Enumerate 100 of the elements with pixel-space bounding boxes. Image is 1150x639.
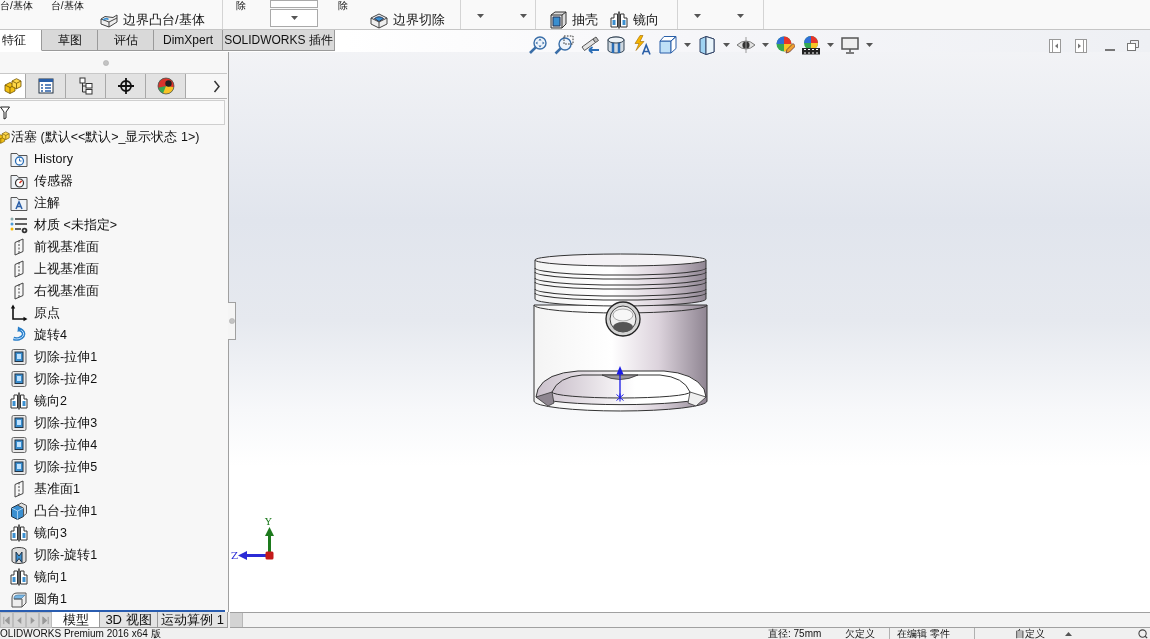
axis-label: Z <box>231 550 238 561</box>
filter-field[interactable] <box>0 100 225 125</box>
search-icon[interactable] <box>1138 628 1148 639</box>
caret-icon[interactable] <box>762 43 769 47</box>
command-tab[interactable]: 草图 <box>42 30 98 51</box>
model-tab[interactable]: 模型 <box>52 612 100 628</box>
command-tab[interactable]: DimXpert <box>154 30 223 51</box>
model-tab[interactable]: 3D 视图 <box>100 612 158 628</box>
cubes-icon <box>3 77 22 95</box>
caret-icon[interactable] <box>694 13 701 18</box>
command-tab[interactable]: 评估 <box>98 30 154 51</box>
dropdown-field[interactable] <box>270 0 318 8</box>
command-button[interactable]: 除 <box>236 0 246 11</box>
caret-icon[interactable] <box>827 43 834 47</box>
caret-icon[interactable] <box>684 43 691 47</box>
status-text[interactable]: 自定义 <box>1015 628 1045 639</box>
panel-collapse-handle[interactable] <box>228 302 236 340</box>
command-button[interactable]: 边界凸台/基体 <box>100 11 205 29</box>
tree-item[interactable]: 基准面1 <box>0 478 80 500</box>
status-text: 欠定义 <box>845 628 875 639</box>
tree-item[interactable]: 切除-拉伸3 <box>0 412 98 434</box>
cut-cylinder-icon[interactable] <box>606 35 626 55</box>
tree-item[interactable]: 镜向2 <box>0 390 67 412</box>
tree-item[interactable]: 前视基准面 <box>0 236 99 258</box>
axis-label: Y <box>265 516 272 527</box>
restore-icon[interactable] <box>1127 39 1139 53</box>
tree-item[interactable]: 切除-旋转1 <box>0 544 98 566</box>
shaded-box-icon[interactable] <box>697 35 717 55</box>
tree-item[interactable]: 镜向1 <box>0 566 67 588</box>
tree-item[interactable]: 材质 <未指定> <box>0 214 118 236</box>
command-button[interactable]: 镜向 <box>610 11 659 29</box>
tree-item[interactable]: 切除-拉伸5 <box>0 456 98 478</box>
tree-item[interactable]: 凸台-拉伸1 <box>0 500 98 522</box>
tree-item[interactable]: 切除-拉伸1 <box>0 346 98 368</box>
hollow-box-icon <box>549 11 567 29</box>
tree-item[interactable]: 镜向3 <box>0 522 67 544</box>
tree-item[interactable]: 切除-拉伸2 <box>0 368 98 390</box>
tree-item[interactable]: 右视基准面 <box>0 280 99 302</box>
caret-icon[interactable] <box>866 43 873 47</box>
caret-icon[interactable] <box>520 13 527 18</box>
lightning-letter-icon[interactable] <box>632 35 652 55</box>
triangle-left-icon <box>15 615 24 625</box>
zoom-fit-icon[interactable] <box>528 35 548 55</box>
chevron-right-icon[interactable] <box>213 79 221 93</box>
panel-tab[interactable] <box>106 74 146 98</box>
framed-block-icon <box>10 348 28 366</box>
cubes-icon <box>0 130 10 144</box>
horizontal-scrollbar[interactable] <box>230 612 1150 628</box>
caret-icon <box>290 16 298 20</box>
mirrored-blocks-icon <box>10 392 28 410</box>
command-button[interactable]: 台/基体 <box>0 0 33 11</box>
block-icon <box>10 502 28 520</box>
folder-gauge-icon <box>10 172 28 190</box>
command-button[interactable]: 边界切除 <box>370 11 445 29</box>
panel-right-icon[interactable] <box>1075 39 1087 53</box>
crosshair-icon <box>116 77 135 95</box>
tree-item[interactable]: History <box>0 148 73 170</box>
caret-icon[interactable] <box>477 13 484 18</box>
folder-letter-icon <box>10 194 28 212</box>
tree-item[interactable]: 注解 <box>0 192 60 214</box>
command-button[interactable]: 除 <box>338 0 348 11</box>
tree-item[interactable]: 上视基准面 <box>0 258 99 280</box>
tree-structure-icon <box>76 77 95 95</box>
filter-icon[interactable] <box>0 105 10 120</box>
tree-item[interactable]: 圆角1 <box>0 588 67 610</box>
status-text: 直径: 75mm <box>768 628 822 639</box>
panel-tab[interactable] <box>66 74 106 98</box>
skip-left-icon <box>2 615 11 625</box>
monitor-icon[interactable] <box>840 35 860 55</box>
framed-block-icon <box>10 458 28 476</box>
list-icon <box>36 77 55 95</box>
tree-item[interactable]: 活塞 (默认<<默认>_显示状态 1>) <box>0 126 200 148</box>
folder-clock-icon <box>10 150 28 168</box>
skip-right-icon <box>41 615 50 625</box>
tree-item[interactable]: 旋转4 <box>0 324 67 346</box>
panel-left-icon[interactable] <box>1049 39 1061 53</box>
panel-tab[interactable] <box>26 74 66 98</box>
command-button[interactable]: 抽壳 <box>549 11 598 29</box>
caret-icon[interactable] <box>1065 631 1072 636</box>
tree-item[interactable]: 切除-拉伸4 <box>0 434 98 456</box>
model-tab[interactable]: 运动算例 1 <box>158 612 228 628</box>
caret-icon[interactable] <box>737 13 744 18</box>
caret-icon[interactable] <box>723 43 730 47</box>
color-ball-film-icon[interactable] <box>801 35 821 55</box>
grip-dot-icon <box>103 59 109 66</box>
dropdown-field[interactable] <box>270 9 318 27</box>
direction-arrow <box>616 366 624 402</box>
command-button[interactable]: 台/基体 <box>50 0 84 11</box>
command-tab[interactable]: SOLIDWORKS 插件 <box>223 30 335 51</box>
tree-item[interactable]: 传感器 <box>0 170 73 192</box>
axis-triad-drawing <box>238 527 274 560</box>
framed-block-icon <box>10 370 28 388</box>
command-tab[interactable]: 特征 <box>0 30 42 51</box>
panel-tab[interactable] <box>146 74 186 98</box>
color-ball-icon <box>156 77 175 95</box>
telescope-icon[interactable] <box>580 35 600 55</box>
cube-icon[interactable] <box>658 35 678 55</box>
status-text: 在编辑 零件 <box>897 628 950 639</box>
tree-item[interactable]: 原点 <box>0 302 60 324</box>
color-ball-pencil-icon[interactable] <box>775 35 795 55</box>
